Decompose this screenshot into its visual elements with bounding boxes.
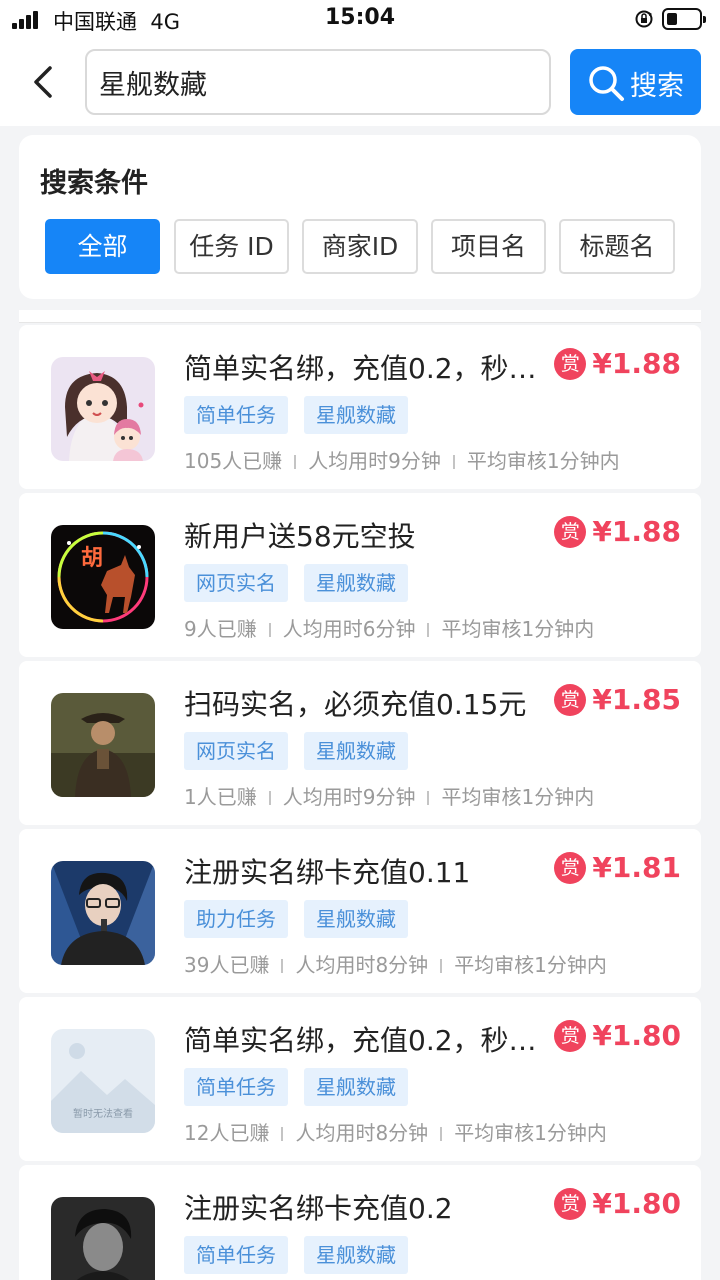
- singer-photo-image: [51, 861, 155, 965]
- filter-chip-project-name[interactable]: 项目名: [431, 219, 546, 274]
- task-stats: 105人已赚 人均用时9分钟 平均审核1分钟内: [184, 445, 620, 474]
- cowboy-photo-image: [51, 693, 155, 797]
- task-card[interactable]: 简单实名绑，充值0.2，秒… 赏 ¥1.88 简单任务 星舰数藏 105人已赚 人均…: [19, 325, 701, 489]
- task-title: 扫码实名，必须充值0.15元: [184, 688, 527, 721]
- average-time: 人均用时8分钟: [295, 1121, 429, 1145]
- list-top-edge: [19, 310, 701, 323]
- reward: 赏 ¥1.85: [554, 683, 681, 723]
- svg-text:胡: 胡: [81, 546, 103, 571]
- project-tag: 星舰数藏: [304, 900, 408, 938]
- task-stats: 39人已赚 人均用时8分钟 平均审核1分钟内: [184, 949, 607, 978]
- task-price: ¥1.81: [592, 851, 681, 884]
- filter-chip-all[interactable]: 全部: [45, 219, 160, 274]
- reward: 赏 ¥1.80: [554, 1187, 681, 1227]
- average-time: 人均用时9分钟: [308, 449, 441, 473]
- task-list[interactable]: 简单实名绑，充值0.2，秒… 赏 ¥1.88 简单任务 星舰数藏 105人已赚 人均…: [0, 310, 720, 1280]
- task-title: 注册实名绑卡充值0.2: [184, 1192, 453, 1225]
- task-type-tag: 简单任务: [184, 1236, 288, 1274]
- average-time: 人均用时6分钟: [282, 617, 416, 641]
- average-time: 人均用时9分钟: [282, 785, 416, 809]
- search-button[interactable]: 搜索: [570, 49, 701, 115]
- task-title: 新用户送58元空投: [184, 520, 416, 553]
- panel-title: 搜索条件: [40, 168, 148, 199]
- task-stats: 12人已赚 人均用时8分钟 平均审核1分钟内: [184, 1117, 607, 1146]
- task-title: 简单实名绑，充值0.2，秒…: [184, 352, 537, 385]
- task-price: ¥1.88: [592, 347, 681, 380]
- earned-count: 105人已赚: [184, 449, 283, 473]
- reward-icon: 赏: [554, 515, 587, 548]
- earned-count: 9人已赚: [184, 617, 257, 641]
- reward: 赏 ¥1.88: [554, 347, 681, 387]
- filter-chip-merchant-id[interactable]: 商家ID: [302, 219, 418, 274]
- task-title: 注册实名绑卡充值0.11: [184, 856, 471, 889]
- dark-portrait-image: [51, 1197, 155, 1280]
- image-placeholder-icon: 暂时无法查看: [51, 1029, 155, 1133]
- task-price: ¥1.80: [592, 1187, 681, 1220]
- task-price: ¥1.85: [592, 683, 681, 716]
- neon-goat-image: 胡: [51, 525, 155, 629]
- task-thumbnail: [51, 693, 155, 797]
- status-bar: 中国联通 4G 15:04: [0, 0, 720, 40]
- search-header: 搜索: [0, 40, 720, 126]
- earned-count: 12人已赚: [184, 1121, 270, 1145]
- project-tag: 星舰数藏: [304, 1068, 408, 1106]
- task-thumbnail: [51, 861, 155, 965]
- task-thumbnail: 暂时无法查看: [51, 1029, 155, 1133]
- task-card[interactable]: 扫码实名，必须充值0.15元 赏 ¥1.85 网页实名 星舰数藏 1人已赚 人均用时…: [19, 661, 701, 825]
- average-time: 人均用时8分钟: [295, 953, 429, 977]
- task-card[interactable]: 胡 新用户送58元空投 赏 ¥1.88 网页实名 星舰数藏 9人已赚 人均用时6分钟…: [19, 493, 701, 657]
- reward-icon: 赏: [554, 683, 587, 716]
- reward-icon: 赏: [554, 851, 587, 884]
- reward-icon: 赏: [554, 1187, 587, 1220]
- search-input-box[interactable]: [85, 49, 551, 115]
- task-title: 简单实名绑，充值0.2，秒…: [184, 1024, 537, 1057]
- task-card[interactable]: 注册实名绑卡充值0.11 赏 ¥1.81 助力任务 星舰数藏 39人已赚 人均用时8…: [19, 829, 701, 993]
- placeholder-text: 暂时无法查看: [73, 1107, 133, 1120]
- reward: 赏 ¥1.81: [554, 851, 681, 891]
- task-type-tag: 简单任务: [184, 1068, 288, 1106]
- search-conditions-panel: 搜索条件 全部 任务 ID 商家ID 项目名 标题名: [19, 135, 701, 299]
- task-card[interactable]: 注册实名绑卡充值0.2 赏 ¥1.80 简单任务 星舰数藏: [19, 1165, 701, 1280]
- task-type-tag: 网页实名: [184, 732, 288, 770]
- clock: 15:04: [324, 5, 396, 30]
- reward-icon: 赏: [554, 347, 587, 380]
- review-time: 平均审核1分钟内: [466, 449, 620, 473]
- task-price: ¥1.88: [592, 515, 681, 548]
- review-time: 平均审核1分钟内: [441, 785, 595, 809]
- task-card[interactable]: 暂时无法查看 简单实名绑，充值0.2，秒… 赏 ¥1.80 简单任务 星舰数藏 1…: [19, 997, 701, 1161]
- task-type-tag: 简单任务: [184, 396, 288, 434]
- back-arrow-icon[interactable]: [28, 64, 58, 100]
- task-thumbnail: [51, 357, 155, 461]
- earned-count: 39人已赚: [184, 953, 270, 977]
- task-thumbnail: 胡: [51, 525, 155, 629]
- search-button-label: 搜索: [630, 71, 684, 102]
- review-time: 平均审核1分钟内: [454, 953, 607, 977]
- task-stats: 1人已赚 人均用时9分钟 平均审核1分钟内: [184, 781, 594, 810]
- reward: 赏 ¥1.88: [554, 515, 681, 555]
- filter-chip-title-name[interactable]: 标题名: [559, 219, 675, 274]
- task-type-tag: 网页实名: [184, 564, 288, 602]
- battery-icon: [662, 8, 706, 30]
- task-stats: 9人已赚 人均用时6分钟 平均审核1分钟内: [184, 613, 594, 642]
- project-tag: 星舰数藏: [304, 396, 408, 434]
- cartoon-girl-image: [51, 357, 155, 461]
- reward-icon: 赏: [554, 1019, 587, 1052]
- review-time: 平均审核1分钟内: [441, 617, 595, 641]
- search-icon: [589, 66, 624, 101]
- task-type-tag: 助力任务: [184, 900, 288, 938]
- search-input[interactable]: [97, 51, 531, 113]
- earned-count: 1人已赚: [184, 785, 257, 809]
- reward: 赏 ¥1.80: [554, 1019, 681, 1059]
- project-tag: 星舰数藏: [304, 1236, 408, 1274]
- project-tag: 星舰数藏: [304, 732, 408, 770]
- task-thumbnail: [51, 1197, 155, 1280]
- filter-chip-task-id[interactable]: 任务 ID: [174, 219, 289, 274]
- review-time: 平均审核1分钟内: [454, 1121, 607, 1145]
- rotation-lock-icon: [635, 10, 653, 28]
- task-price: ¥1.80: [592, 1019, 681, 1052]
- project-tag: 星舰数藏: [304, 564, 408, 602]
